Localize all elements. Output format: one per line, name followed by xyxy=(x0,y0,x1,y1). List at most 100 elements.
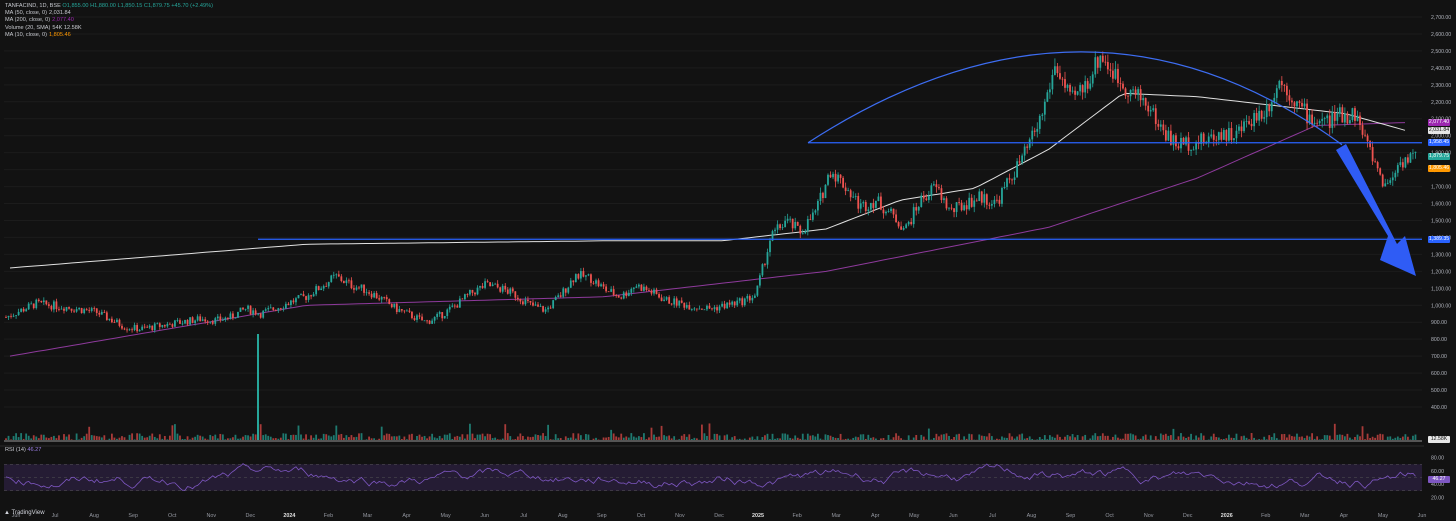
candle-body xyxy=(80,308,83,314)
candle-body xyxy=(1293,102,1296,107)
candle-body xyxy=(844,187,847,192)
candle-body xyxy=(1278,80,1281,89)
chart-window[interactable]: 2,700.00 2,600.00 2,500.00 2,400.00 2,300.00… xyxy=(0,0,1456,521)
chart-legend: TANFACIND, 1D, BSE O1,855.00 H1,880.00 L… xyxy=(5,3,213,39)
candle-body xyxy=(237,311,239,318)
candle-body xyxy=(332,274,335,276)
candle-body xyxy=(484,281,486,288)
indicator-ma50[interactable]: MA (50, close, 0) 2,031.84 xyxy=(5,10,213,17)
candle-body xyxy=(348,280,350,282)
candle-body xyxy=(284,303,287,309)
candle-body xyxy=(1119,83,1122,84)
candle-body xyxy=(413,318,416,320)
candle-body xyxy=(683,302,686,308)
candle-body xyxy=(723,303,726,309)
candle-body xyxy=(917,206,920,211)
candle-body xyxy=(446,309,449,317)
candle-body xyxy=(1185,137,1187,145)
volume-bar xyxy=(335,425,338,441)
candle-body xyxy=(22,308,25,312)
candle-body xyxy=(542,306,544,312)
candle-body xyxy=(244,308,247,310)
time-tick-label: 2026 xyxy=(1221,513,1233,519)
candle-body xyxy=(743,298,746,306)
candle-body xyxy=(1142,98,1145,101)
candle-body xyxy=(290,300,292,306)
volume-bar xyxy=(284,433,287,441)
candle-body xyxy=(1069,84,1071,92)
indicator-volume[interactable]: Volume (20, SMA) 54K 12.58K xyxy=(5,25,213,32)
candle-body xyxy=(1389,180,1392,183)
time-tick-label: Mar xyxy=(1300,513,1309,519)
candle-body xyxy=(577,274,580,279)
indicator-ma10[interactable]: MA (10, close, 0) 1,805.46 xyxy=(5,32,213,39)
candle-body xyxy=(20,308,23,312)
candle-body xyxy=(1328,115,1331,128)
candle-body xyxy=(1338,107,1341,114)
candle-body xyxy=(1265,104,1268,118)
volume-bar xyxy=(1379,433,1382,441)
candle-body xyxy=(663,299,665,301)
candle-body xyxy=(1006,178,1008,187)
candle-body xyxy=(1026,146,1029,148)
candle-body xyxy=(963,205,966,211)
candle-body xyxy=(925,198,928,200)
candle-body xyxy=(277,308,280,311)
time-tick-label: Dec xyxy=(714,513,724,519)
volume-bar xyxy=(1200,433,1203,441)
candle-body xyxy=(239,307,242,312)
candle-body xyxy=(738,298,741,301)
candle-body xyxy=(660,297,663,301)
candle-body xyxy=(834,173,837,182)
time-tick-label: Dec xyxy=(1183,513,1193,519)
candle-body xyxy=(774,229,776,232)
candle-body xyxy=(534,304,537,306)
time-tick-label: Aug xyxy=(558,513,568,519)
footer-brand[interactable]: ▲ TradingView xyxy=(4,510,45,516)
candle-body xyxy=(1106,62,1109,70)
candle-body xyxy=(494,283,497,285)
candle-body xyxy=(1409,153,1412,163)
time-tick-label: Jul xyxy=(520,513,527,519)
candle-body xyxy=(267,308,270,310)
candle-body xyxy=(368,292,370,294)
candle-body xyxy=(257,313,260,315)
candle-body xyxy=(103,311,106,313)
volume-bar xyxy=(385,433,388,441)
candle-body xyxy=(927,195,930,200)
indicator-value: 1,805.46 xyxy=(48,31,71,38)
volume-bar xyxy=(219,433,222,441)
candle-body xyxy=(385,297,388,300)
candle-body xyxy=(466,294,469,295)
candle-body xyxy=(562,288,565,297)
candle-body xyxy=(653,289,655,294)
candle-body xyxy=(406,310,408,312)
candle-body xyxy=(85,309,88,311)
candle-body xyxy=(701,308,703,310)
candle-body xyxy=(630,288,633,293)
symbol-line[interactable]: TANFACIND, 1D, BSE xyxy=(5,3,61,9)
price-chart-canvas[interactable]: 2,700.00 2,600.00 2,500.00 2,400.00 2,300.00… xyxy=(0,0,1456,521)
volume-bar xyxy=(138,433,141,441)
candle-body xyxy=(327,282,330,287)
volume-bar xyxy=(577,433,580,441)
candle-body xyxy=(158,323,161,327)
candle-body xyxy=(378,298,381,300)
candle-body xyxy=(955,202,958,213)
candle-body xyxy=(824,184,827,199)
volume-bar xyxy=(252,433,254,441)
indicator-ma200[interactable]: MA (200, close, 0) 2,077.40 xyxy=(5,17,213,24)
candle-body xyxy=(274,309,277,311)
price-tick-label: 600.00 xyxy=(1431,371,1447,377)
price-tag: 2,077.40 xyxy=(1428,119,1450,127)
time-tick-label: May xyxy=(1378,513,1388,519)
candle-body xyxy=(191,317,194,323)
rsi-legend[interactable]: RSI (14) 46.27 xyxy=(5,447,41,453)
candle-body xyxy=(935,184,938,188)
volume-bar xyxy=(1190,433,1192,441)
candle-body xyxy=(461,298,464,300)
candle-body xyxy=(1071,90,1074,92)
candle-body xyxy=(153,323,156,331)
candle-body xyxy=(300,294,302,296)
candle-body xyxy=(698,308,701,310)
